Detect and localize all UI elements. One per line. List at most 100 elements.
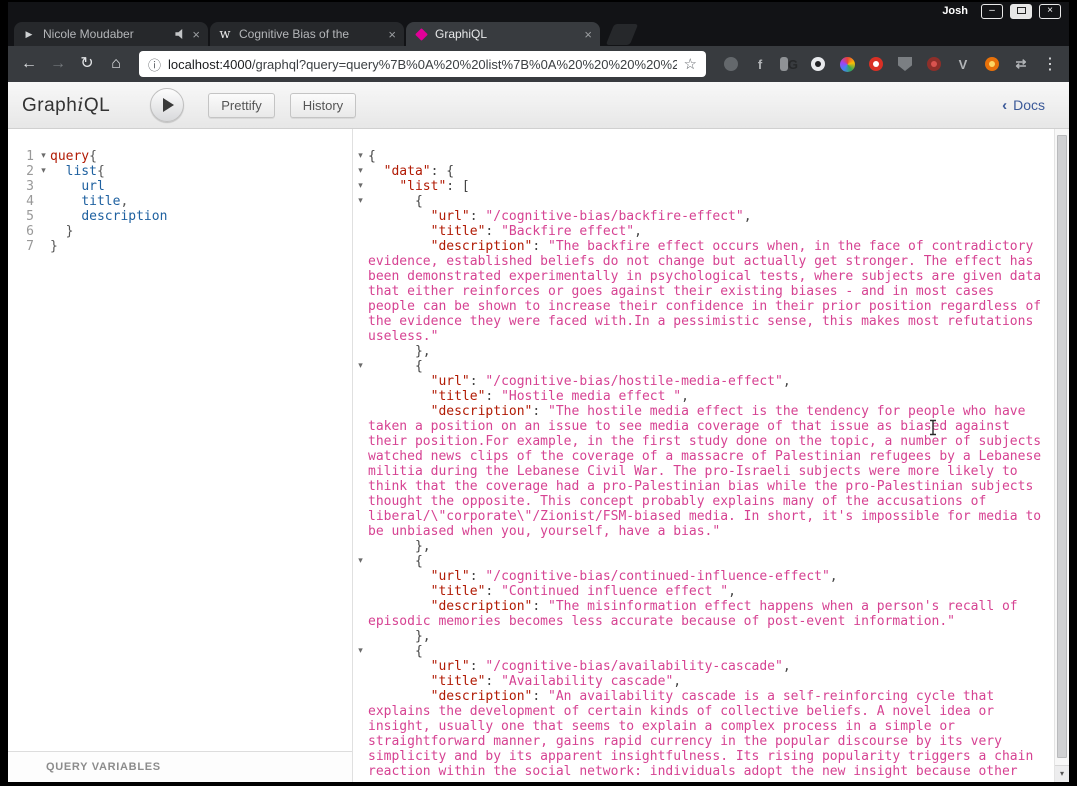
result-line: "description": "An availability cascade … xyxy=(368,689,1042,779)
orange-extension-icon[interactable] xyxy=(983,55,1001,73)
fold-arrow-icon[interactable]: ▾ xyxy=(353,194,368,209)
query-editor-lines[interactable]: 1 ▾ query{2 ▾ list{3 url 4 title, 5 descripti… xyxy=(8,129,352,751)
result-line: }, xyxy=(368,629,431,644)
fold-arrow-icon[interactable]: ▾ xyxy=(353,164,368,179)
result-line: ▾ { xyxy=(353,194,1054,209)
tab-list: ▶ Nicole Moudaber × w Cognitive Bias of the ×… xyxy=(14,22,602,46)
execute-button[interactable] xyxy=(150,88,185,122)
play-icon xyxy=(163,98,175,112)
fold-arrow-icon[interactable]: ▾ xyxy=(353,359,368,374)
forward-icon[interactable]: → xyxy=(46,52,70,76)
bookmark-star-icon[interactable]: ☆ xyxy=(684,55,697,73)
docs-link[interactable]: ‹ Docs xyxy=(1002,97,1045,114)
result-line: "description": "The misinformation effec… xyxy=(368,599,1026,629)
result-line: "url": "/cognitive-bias/availability-cas… xyxy=(430,659,791,674)
result-line: ▾{ xyxy=(353,149,1054,164)
query-line: 2 ▾ list{ xyxy=(8,164,352,179)
clock-extension-icon[interactable] xyxy=(722,55,740,73)
prettify-button[interactable]: Prettify xyxy=(208,92,275,118)
red-extension-icon[interactable] xyxy=(925,55,943,73)
result-line: ▾ { xyxy=(353,554,1054,569)
scroll-down-icon[interactable]: ▾ xyxy=(1055,765,1069,782)
result-line: "url": "/cognitive-bias/continued-influe… xyxy=(430,569,838,584)
extensions-area: f G V ⇄ xyxy=(722,55,1030,73)
result-line: ▾ { xyxy=(353,359,1054,374)
arrows-extension-icon[interactable]: ⇄ xyxy=(1012,55,1030,73)
fold-arrow-icon[interactable]: ▾ xyxy=(353,149,368,164)
window-user-label: Josh xyxy=(942,5,968,17)
fold-arrow-icon[interactable]: ▾ xyxy=(37,164,50,179)
audio-indicator-icon xyxy=(175,29,183,39)
tab-label: Cognitive Bias of the xyxy=(239,27,350,41)
line-number: 1 xyxy=(26,149,34,164)
tab-close-icon[interactable]: × xyxy=(584,28,592,41)
tab-label: Nicole Moudaber xyxy=(43,27,134,41)
adblock-extension-icon[interactable] xyxy=(867,55,885,73)
fold-arrow-icon[interactable]: ▾ xyxy=(37,149,50,164)
play-favicon-icon: ▶ xyxy=(25,28,33,39)
result-line: }, xyxy=(368,539,431,554)
back-icon[interactable]: ← xyxy=(17,52,41,76)
graphiql-content: 1 ▾ query{2 ▾ list{3 url 4 title, 5 descripti… xyxy=(8,129,1069,782)
minimize-button[interactable]: – xyxy=(981,3,1003,19)
query-line: 7} xyxy=(8,239,352,254)
fold-arrow-icon[interactable]: ▾ xyxy=(353,554,368,569)
browser-tab[interactable]: w Cognitive Bias of the × xyxy=(210,22,404,46)
result-line: "title": "Availability cascade", xyxy=(430,674,682,689)
query-line: 4 title, xyxy=(8,194,352,209)
scrollbar-thumb[interactable] xyxy=(1057,135,1067,758)
result-lines: ▾{▾ "data": {▾ "list": [▾ { "url": "/cog… xyxy=(353,129,1054,782)
tab-close-icon[interactable]: × xyxy=(192,28,200,41)
browser-tab[interactable]: ▶ Nicole Moudaber × xyxy=(14,22,208,46)
f-extension-icon[interactable]: f xyxy=(751,55,769,73)
graphiql-toolbar: GraphiQL Prettify History ‹ Docs xyxy=(8,82,1069,129)
browser-menu-icon[interactable]: ⋮ xyxy=(1040,54,1060,74)
tab-close-icon[interactable]: × xyxy=(388,28,396,41)
fold-arrow-icon[interactable]: ▾ xyxy=(353,179,368,194)
result-line: "url": "/cognitive-bias/backfire-effect"… xyxy=(430,209,752,224)
window-titlebar: Josh – × xyxy=(8,2,1069,20)
result-line: ▾ { xyxy=(353,644,1054,659)
close-window-button[interactable]: × xyxy=(1039,3,1061,19)
reload-icon[interactable]: ↻ xyxy=(75,52,99,76)
line-number: 5 xyxy=(26,209,34,224)
line-number: 2 xyxy=(26,164,34,179)
result-line: "title": "Continued influence effect ", xyxy=(430,584,736,599)
query-line: 6 } xyxy=(8,224,352,239)
query-variables-bar[interactable]: QUERY VARIABLES xyxy=(8,751,352,782)
fold-arrow-icon[interactable]: ▾ xyxy=(353,644,368,659)
url-host: localhost:4000 xyxy=(168,56,252,72)
home-icon[interactable]: ⌂ xyxy=(104,52,128,76)
maximize-icon xyxy=(1016,6,1026,14)
line-number: 7 xyxy=(26,239,34,254)
line-number: 6 xyxy=(26,224,34,239)
result-line: "title": "Hostile media effect ", xyxy=(430,389,689,404)
new-tab-button[interactable] xyxy=(605,24,639,45)
browser-window: Josh – × ▶ Nicole Moudaber × w Cognitive Bia… xyxy=(8,2,1069,782)
query-editor-pane: 1 ▾ query{2 ▾ list{3 url 4 title, 5 descripti… xyxy=(8,129,353,782)
url-text[interactable]: localhost:4000/graphql?query=query%7B%0A… xyxy=(168,57,677,72)
result-scrollbar[interactable]: ▾ xyxy=(1054,129,1069,782)
maximize-button[interactable] xyxy=(1010,3,1032,19)
color-wheel-extension-icon[interactable] xyxy=(838,55,856,73)
chevron-left-icon: ‹ xyxy=(1002,96,1008,114)
tab-label: GraphiQL xyxy=(435,27,488,41)
lens-extension-icon[interactable] xyxy=(809,55,827,73)
result-line: ▾ "list": [ xyxy=(353,179,1054,194)
graphiql-favicon-icon xyxy=(414,27,428,41)
result-line: "title": "Backfire effect", xyxy=(430,224,642,239)
history-button[interactable]: History xyxy=(289,92,357,118)
tab-strip: ▶ Nicole Moudaber × w Cognitive Bias of the ×… xyxy=(8,20,1069,46)
page-info-icon[interactable]: ⓘ xyxy=(148,55,161,74)
g-extension-icon[interactable]: G xyxy=(780,55,798,73)
result-line: "url": "/cognitive-bias/hostile-media-ef… xyxy=(430,374,791,389)
line-number: 4 xyxy=(26,194,34,209)
shield-extension-icon[interactable] xyxy=(896,55,914,73)
v-extension-icon[interactable]: V xyxy=(954,55,972,73)
query-line: 5 description xyxy=(8,209,352,224)
query-variables-label: QUERY VARIABLES xyxy=(46,761,161,773)
url-bar[interactable]: ⓘ localhost:4000/graphql?query=query%7B%… xyxy=(139,51,706,77)
browser-tab[interactable]: GraphiQL × xyxy=(406,22,600,46)
